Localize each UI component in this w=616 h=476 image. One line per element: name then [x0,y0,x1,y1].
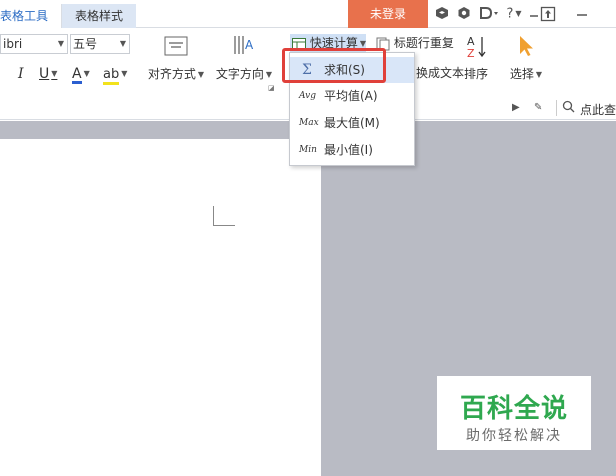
chevron-down-icon: ▼ [83,69,90,78]
help-label: ? [506,6,514,22]
text-direction-label: 文字方向 [215,67,264,81]
highlight-button[interactable]: ab ▼ [103,65,128,85]
sum-highlight-box [282,48,386,83]
font-name-value: ibri [3,37,23,51]
text-direction-icon: A [234,36,254,54]
comment-icon[interactable]: ✎ [534,102,542,113]
select-label: 选择 [509,67,534,81]
chevron-down-icon: ▼ [265,70,273,79]
svg-text:A: A [245,38,254,52]
align-label: 对齐方式 [147,67,196,81]
dialog-launcher-icon[interactable]: ◪ [268,84,275,92]
max-icon: Max [299,118,319,128]
align-button[interactable]: 对齐方式 ▼ [146,36,206,82]
sort-button[interactable]: A Z 排序 [460,34,492,82]
text-direction-button[interactable]: A 文字方向 ▼ [214,34,274,82]
convert-to-text-button[interactable]: 换成文本 [416,64,464,82]
font-size-select[interactable]: 五号 ▼ [70,34,130,54]
chevron-down-icon: ▼ [197,70,205,79]
cursor-arrow-icon [520,36,533,56]
search-icon [562,100,575,116]
menu-item-min[interactable]: Min 最小值(I) [290,137,414,163]
header-repeat-button[interactable]: 标题行重复 [376,34,454,52]
window-minimize-icon[interactable] [574,6,590,22]
hexagon-icon[interactable] [456,6,472,22]
help-icon[interactable]: ? ▼ [504,6,524,22]
d-icon[interactable] [478,6,500,22]
watermark-subtitle: 助你轻松解决 [466,428,562,444]
separator [556,100,557,116]
tab-table-tools[interactable]: 表格工具 [0,4,62,28]
watermark-logo: 百科全说 助你轻松解决 [437,376,591,450]
font-color-button[interactable]: A ▼ [72,65,90,84]
avg-icon: Avg [299,91,316,101]
cube-icon[interactable] [434,6,450,22]
sort-label: 排序 [463,67,488,81]
chevron-down-icon: ▼ [515,9,522,18]
document-page[interactable] [0,139,321,476]
chevron-down-icon: ▼ [51,69,58,78]
menu-item-average[interactable]: Avg 平均值(A) [290,83,414,109]
chevron-down-icon: ▼ [57,39,64,48]
menu-item-label: 最大值(M) [324,116,380,130]
tab-table-style[interactable]: 表格样式 [62,4,136,28]
upload-icon[interactable] [540,6,556,22]
chevron-down-icon: ▼ [359,38,366,48]
select-button[interactable]: 选择 ▼ [506,34,546,82]
convert-to-text-label: 换成文本 [416,66,465,80]
underline-button[interactable]: U ▼ [39,65,57,83]
video-icon[interactable]: ▶ [512,102,520,113]
login-button[interactable]: 未登录 [348,0,428,28]
highlighter-icon: ab [103,68,120,85]
align-icon [164,36,188,56]
menu-item-label: 平均值(A) [324,89,378,103]
page-margin-corner [213,206,235,226]
search-hint[interactable]: 点此查 [580,101,616,118]
italic-button[interactable]: I [18,65,24,83]
chevron-down-icon: ▼ [119,39,126,48]
chevron-down-icon: ▼ [121,69,128,78]
font-color-icon: A [72,66,82,84]
svg-text:Z: Z [467,47,475,58]
font-size-value: 五号 [73,37,98,51]
menu-item-max[interactable]: Max 最大值(M) [290,110,414,136]
sort-icon: A Z [467,35,486,58]
top-tab-bar: 表格工具 表格样式 未登录 ? ▼ [0,0,616,28]
min-icon: Min [299,145,317,155]
menu-item-label: 最小值(I) [324,143,373,157]
header-repeat-label: 标题行重复 [393,36,454,50]
watermark-title: 百科全说 [459,394,568,424]
font-name-select[interactable]: ibri ▼ [0,34,68,54]
chevron-down-icon: ▼ [535,70,543,79]
